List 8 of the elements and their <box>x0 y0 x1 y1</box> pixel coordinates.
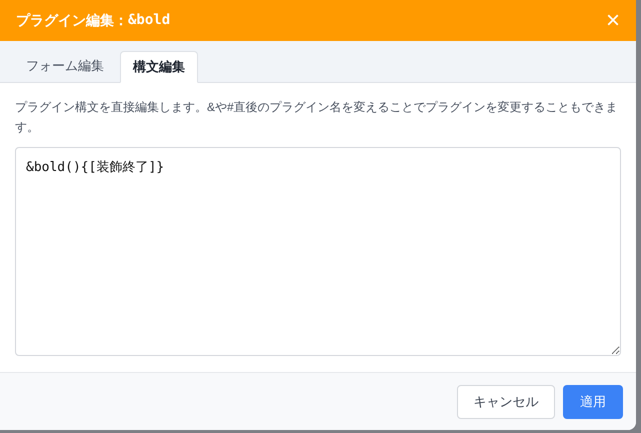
tab[interactable]: 構文編集 <box>120 51 198 83</box>
plugin-name: &bold <box>128 11 170 30</box>
tab[interactable]: フォーム編集 <box>14 50 116 82</box>
code-editor[interactable]: &bold(){[装飾終了]} <box>15 147 621 356</box>
description-text: プラグイン構文を直接編集します。&や#直後のプラグイン名を変えることでプラグインを変更することもできます。 <box>15 99 619 136</box>
apply-button[interactable]: 適用 <box>563 384 623 418</box>
dialog-title: プラグイン編集： <box>16 11 128 30</box>
cancel-button[interactable]: キャンセル <box>457 384 555 418</box>
